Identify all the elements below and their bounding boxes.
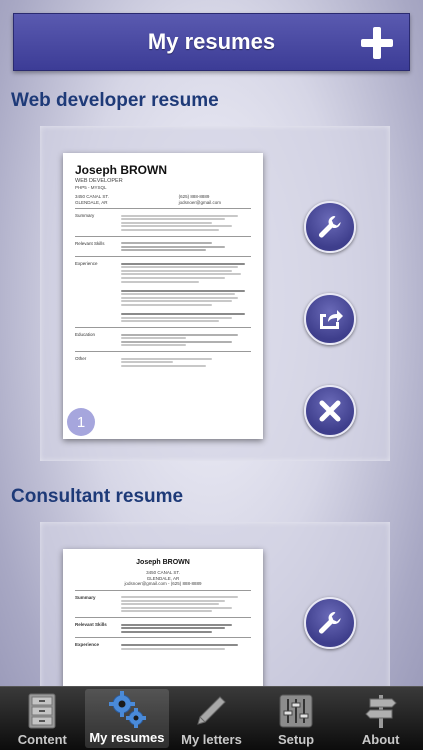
tab-label: Setup xyxy=(278,732,315,747)
tab-about[interactable]: About xyxy=(338,687,423,750)
sliders-icon xyxy=(276,692,316,730)
title-bar: My resumes xyxy=(13,13,410,71)
resume-preview[interactable]: Joseph BROWN WEB DEVELOPER PHP5 - MYSQL … xyxy=(63,153,263,439)
wrench-icon xyxy=(319,216,341,238)
gears-icon xyxy=(107,690,147,728)
section-label: Other xyxy=(75,356,87,361)
resume-preview[interactable]: Joseph BROWN 3450 CANAL ST. GLENDALE, AR… xyxy=(63,549,263,699)
cabinet-icon xyxy=(22,692,62,730)
tab-my-resumes[interactable]: My resumes xyxy=(84,689,170,748)
add-resume-button[interactable] xyxy=(361,27,393,59)
resume-contact: jodsnoer@gmail.com - (625) 888-8889 xyxy=(124,581,202,586)
resume-email: jodsnoer@gmail.com xyxy=(178,199,221,205)
section-label: Summary xyxy=(75,594,96,600)
share-icon xyxy=(320,310,343,329)
resume-name: Joseph BROWN xyxy=(136,559,190,566)
tab-label: About xyxy=(361,732,400,747)
tab-my-letters[interactable]: My letters xyxy=(169,687,254,750)
resume-title: Consultant resume xyxy=(11,486,184,507)
resume-title: Web developer resume xyxy=(11,90,219,111)
resume-city: GLENDALE, AR xyxy=(75,199,108,205)
edit-resume-button[interactable] xyxy=(304,201,356,253)
section-label: Summary xyxy=(75,213,95,218)
section-label: Experience xyxy=(75,642,100,648)
delete-resume-button[interactable] xyxy=(304,385,356,437)
signpost-icon xyxy=(361,692,401,730)
tab-bar: Content My resumes My letters Setup Abou… xyxy=(0,686,423,750)
tab-label: My resumes xyxy=(89,730,165,745)
resume-skills-short: PHP5 - MYSQL xyxy=(75,184,107,190)
section-label: Relevant Skills xyxy=(75,622,107,628)
page-title: My resumes xyxy=(147,29,276,54)
page-number-badge: 1 xyxy=(67,408,95,436)
section-label: Education xyxy=(75,332,96,338)
pen-icon xyxy=(191,692,231,730)
section-label: Experience xyxy=(75,260,98,266)
tab-label: My letters xyxy=(181,732,242,747)
resume-address: 3450 CANAL ST. xyxy=(75,194,109,199)
section-label: Relevant Skills xyxy=(75,240,105,246)
tab-setup[interactable]: Setup xyxy=(254,687,339,750)
tab-label: Content xyxy=(17,732,67,747)
share-resume-button[interactable] xyxy=(304,293,356,345)
delete-icon xyxy=(319,400,341,422)
wrench-icon xyxy=(319,612,341,634)
tab-content[interactable]: Content xyxy=(0,687,85,750)
resume-name: Joseph BROWN xyxy=(75,163,168,177)
edit-resume-button[interactable] xyxy=(304,597,356,649)
